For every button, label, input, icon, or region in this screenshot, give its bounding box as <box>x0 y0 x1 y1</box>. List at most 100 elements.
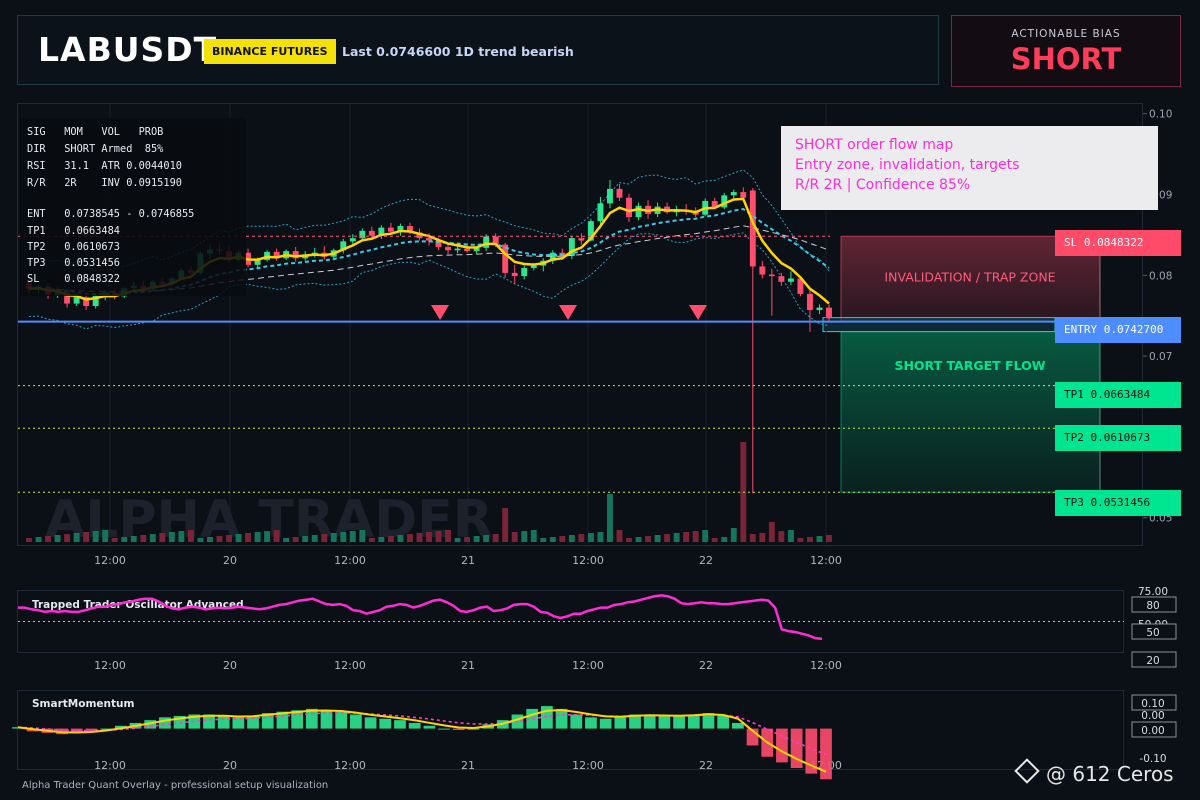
momentum-histogram-bar <box>585 717 597 729</box>
tp2-level-tag[interactable]: TP2 0.0610673 <box>1055 425 1181 451</box>
volume-bar <box>559 536 566 542</box>
candle-body <box>740 192 747 198</box>
volume-bar <box>235 534 242 542</box>
volume-bar <box>207 537 213 542</box>
momentum-histogram-bar <box>570 714 583 729</box>
target-zone-label: SHORT TARGET FLOW <box>894 358 1045 373</box>
volume-bar <box>721 537 728 542</box>
volume-bar <box>254 532 261 542</box>
candle-body <box>759 266 766 275</box>
osc-time-tick-label: 12:00 <box>810 659 842 672</box>
volume-bar <box>321 534 328 542</box>
stat-row: TP3 0.0531456 <box>27 257 120 269</box>
momentum-histogram-bar <box>555 708 568 729</box>
volume-bar <box>102 530 109 542</box>
volume-bar <box>826 535 832 542</box>
volume-bar <box>245 533 251 542</box>
mom-time-tick-label: 12:00 <box>334 759 366 772</box>
entry-level-tag[interactable]: ENTRY 0.0742700 <box>1055 317 1181 343</box>
volume-bar <box>711 538 718 542</box>
volume-bar <box>492 534 499 542</box>
momentum-level-label: 0.10 <box>1141 698 1164 710</box>
mom-time-tick-label: 20 <box>223 759 237 772</box>
time-tick-label: 12:00 <box>94 554 126 567</box>
volume-bar <box>359 530 366 542</box>
momentum-histogram-bar <box>731 722 744 729</box>
oscillator-level-label: 75.00 <box>1138 586 1168 598</box>
momentum-histogram-bar <box>438 728 450 730</box>
volume-bar <box>283 538 290 542</box>
momentum-histogram-bar <box>687 714 700 729</box>
volume-bar <box>778 531 785 542</box>
volume-bar <box>187 530 194 542</box>
osc-time-tick-label: 21 <box>461 659 475 672</box>
momentum-histogram-bar <box>364 717 377 729</box>
volume-bar <box>311 535 318 542</box>
volume-bar <box>654 535 661 542</box>
stat-row: SIG MOM VOL PROB <box>27 126 164 138</box>
mom-time-tick-label: 21 <box>461 759 475 772</box>
momentum-histogram-bar <box>526 708 539 729</box>
stat-row: SL 0.0848322 <box>27 273 120 285</box>
oscillator-level-label: 80 <box>1146 600 1159 612</box>
stat-row: DIR SHORT Armed 85% <box>27 143 164 155</box>
watermark-credit: @ 612 Ceros <box>1014 758 1174 786</box>
stat-row: TP1 0.0663484 <box>27 225 120 237</box>
volume-bar <box>83 532 90 542</box>
volume-bar <box>635 537 642 542</box>
candle-body <box>816 307 823 311</box>
volume-bar <box>92 531 99 542</box>
volume-bar <box>587 533 594 542</box>
osc-time-tick-label: 12:00 <box>334 659 366 672</box>
candle-body <box>787 278 794 282</box>
time-tick-label: 21 <box>461 554 475 567</box>
volume-bar <box>45 536 51 542</box>
candle-body <box>626 197 632 218</box>
price-tick-label: 0.08 <box>1149 270 1172 282</box>
volume-bar <box>340 532 347 542</box>
volume-bar <box>530 530 537 542</box>
volume-bar <box>178 531 185 542</box>
osc-time-tick-label: 20 <box>223 659 237 672</box>
diamond-logo-icon <box>1014 758 1040 784</box>
volume-bar <box>768 522 775 542</box>
candle-body <box>530 265 537 269</box>
momentum-histogram-bar <box>599 718 612 729</box>
sell-signal-icon <box>559 305 577 320</box>
volume-bar <box>330 533 337 542</box>
volume-bar <box>549 537 556 542</box>
volume-bar <box>416 533 423 542</box>
candle-body <box>73 297 80 304</box>
volume-bar <box>121 537 128 542</box>
momentum-histogram-bar <box>673 715 685 729</box>
candle-body <box>349 238 356 242</box>
tp3-level-tag[interactable]: TP3 0.0531456 <box>1055 490 1181 516</box>
momentum-histogram-bar <box>614 717 627 729</box>
volume-bar <box>521 531 528 542</box>
volume-bar <box>197 538 204 542</box>
target-zone <box>840 331 1101 493</box>
volume-bar <box>168 532 175 542</box>
candle-body <box>511 272 518 277</box>
volume-bar <box>159 533 166 542</box>
volume-bar <box>683 532 690 542</box>
volume-bar <box>454 538 461 542</box>
tp1-level-tag[interactable]: TP1 0.0663484 <box>1055 382 1181 408</box>
candle-body <box>521 268 528 277</box>
footer-caption: Alpha Trader Quant Overlay - professiona… <box>22 780 329 791</box>
price-tick-label: 0.10 <box>1149 109 1172 121</box>
volume-bar <box>597 532 604 542</box>
volume-bar <box>759 533 766 542</box>
volume-bar <box>626 538 632 542</box>
volume-bar <box>749 534 756 542</box>
sl-level-tag[interactable]: SL 0.0848322 <box>1055 230 1181 256</box>
volume-bar <box>445 530 451 542</box>
volume-bar <box>302 536 309 542</box>
time-tick-label: 20 <box>223 554 237 567</box>
volume-bar <box>816 536 823 542</box>
osc-time-tick-label: 22 <box>699 659 713 672</box>
volume-bar <box>502 508 509 542</box>
oscillator-level-label: 50 <box>1146 627 1159 639</box>
stat-row: RSI 31.1 ATR 0.0044010 <box>27 160 182 172</box>
volume-bar <box>368 538 375 542</box>
